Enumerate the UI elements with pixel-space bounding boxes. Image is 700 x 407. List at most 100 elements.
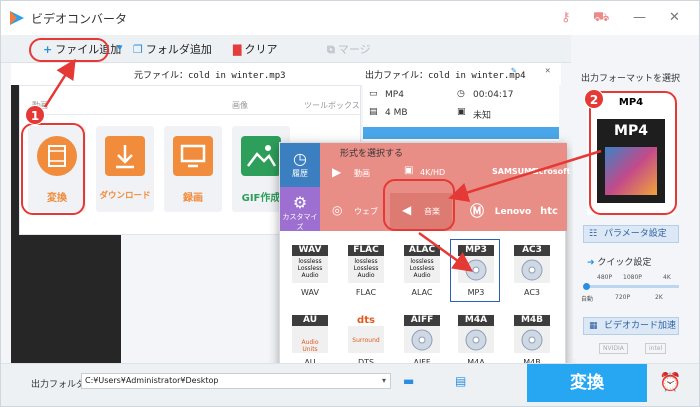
format-wav[interactable]: WAV lossless Lossless Audio WAV: [284, 239, 334, 302]
au-icon: AU Audio Units: [292, 315, 328, 353]
info-duration: 00:04:17: [473, 90, 514, 100]
info-unknown: 未知: [473, 111, 492, 121]
info-size: 4 MB: [385, 108, 408, 118]
merge-button[interactable]: ⧉ マージ: [327, 41, 371, 57]
dts-sub: Surround: [352, 337, 380, 344]
brand-microsoft[interactable]: Microsoft: [528, 153, 570, 191]
category-web-label: ウェブ: [354, 207, 378, 216]
m4b-tag: M4B: [514, 315, 550, 326]
m4b-icon: M4B: [514, 315, 550, 353]
format-icon: ▭: [369, 89, 378, 99]
record-tile-label: 録画: [183, 193, 203, 204]
clear-label: クリア: [244, 43, 278, 56]
trash-icon: ▇: [233, 43, 242, 56]
highlight-convert: [21, 123, 85, 215]
merge-output-icon[interactable]: ▤: [455, 374, 466, 388]
remove-file-icon[interactable]: ✕: [545, 66, 550, 76]
app-window: ビデオコンバータ ⚷ ⛟ — ✕ + ファイル追加 ▾ ❐ フォルダ追加 ▇ クリア …: [0, 0, 700, 407]
step-2-badge: 2: [584, 89, 604, 109]
history-tab[interactable]: ◷ 履歴: [280, 143, 320, 187]
highlight-add-file: [29, 38, 109, 62]
parameter-settings-button[interactable]: ☷ パラメータ設定: [583, 225, 679, 243]
format-flac[interactable]: FLAC lossless Lossless Audio FLAC: [340, 239, 390, 302]
flac-tag: FLAC: [348, 245, 384, 256]
quick-settings-icon: ➜: [587, 258, 598, 268]
info-format: MP4: [385, 90, 404, 100]
gpu-acceleration-label: ビデオカード加速: [604, 321, 677, 331]
app-logo-icon: [10, 11, 24, 25]
flac-label: FLAC: [355, 288, 377, 297]
quality-4k: 4K: [663, 274, 671, 281]
customize-label: カスタマイズ: [282, 213, 318, 231]
tab-image[interactable]: 画像: [232, 100, 248, 111]
parameter-settings-label: パラメータ設定: [604, 229, 667, 239]
merge-label: マージ: [337, 43, 371, 56]
alac-icon: ALAC lossless Lossless Audio: [404, 245, 440, 283]
globe-icon: ◎: [332, 203, 343, 217]
edit-pencil-icon[interactable]: ✎: [511, 66, 516, 76]
dts-tag: dts: [348, 315, 384, 326]
quality-1080: 1080P: [623, 274, 642, 281]
key-icon[interactable]: ⚷: [561, 11, 571, 25]
step-1-badge: 1: [25, 105, 45, 125]
folder-icon: ❐: [133, 43, 143, 56]
au-tag: AU: [292, 315, 328, 326]
alac-sub: lossless Lossless Audio: [409, 258, 435, 279]
ac3-label: AC3: [523, 288, 540, 297]
clear-button[interactable]: ▇ クリア: [233, 41, 277, 57]
output-format-title: 出力フォーマットを選択: [581, 74, 681, 84]
quick-settings-label: ➜ クイック設定: [587, 255, 651, 268]
quick-settings-text: クイック設定: [597, 258, 652, 268]
cart-icon[interactable]: ⛟: [593, 11, 609, 25]
output-path-field[interactable]: C:¥Users¥Administrator¥Desktop ▾: [81, 373, 391, 389]
download-tile[interactable]: ダウンロード: [96, 126, 154, 212]
alarm-clock-icon[interactable]: ⏰: [659, 372, 681, 393]
mp3-label: MP3: [467, 288, 485, 297]
open-folder-icon[interactable]: ▬: [403, 374, 414, 388]
quality-auto: 自動: [581, 296, 594, 303]
format-mp3[interactable]: MP3 MP3: [450, 239, 500, 302]
alac-tag: ALAC: [404, 245, 440, 256]
quality-slider-handle[interactable]: [583, 283, 590, 290]
merge-icon: ⧉: [327, 43, 335, 56]
flac-icon: FLAC lossless Lossless Audio: [348, 245, 384, 283]
close-icon[interactable]: ✕: [669, 11, 680, 25]
image-icon: [241, 136, 281, 176]
add-folder-button[interactable]: ❐ フォルダ追加: [133, 41, 212, 57]
aiff-icon: AIFF: [404, 315, 440, 353]
m4a-disc-icon: [465, 329, 487, 351]
resolution-icon: ▣: [457, 107, 466, 117]
app-title: ビデオコンバータ: [31, 12, 128, 26]
format-alac[interactable]: ALAC lossless Lossless Audio ALAC: [396, 239, 446, 302]
alac-label: ALAC: [411, 288, 433, 297]
aiff-disc-icon: [411, 329, 433, 351]
clock-icon: ◷: [457, 89, 465, 99]
brand-htc[interactable]: htc: [528, 193, 570, 231]
tab-toolbox[interactable]: ツールボックス: [304, 100, 360, 111]
intel-badge: intel: [645, 343, 667, 354]
m4a-icon: M4A: [458, 315, 494, 353]
path-dropdown-icon[interactable]: ▾: [382, 374, 386, 388]
format-dialog: 形式を選択する ◷ 履歴 ⚙ カスタマイズ ▶ 動画 ▣ 4K/HD ◎ ウェブ: [279, 142, 570, 375]
category-4k-label: 4K/HD: [420, 168, 446, 177]
wav-label: WAV: [301, 288, 319, 297]
ac3-disc-icon: [521, 259, 543, 281]
add-folder-label: フォルダ追加: [145, 43, 212, 56]
download-icon: [105, 136, 145, 176]
quality-480: 480P: [597, 274, 613, 281]
flac-sub: lossless Lossless Audio: [353, 258, 379, 279]
add-file-dropdown-icon[interactable]: ▾: [117, 41, 123, 54]
record-tile[interactable]: 録画: [164, 126, 222, 212]
customize-tab[interactable]: ⚙ カスタマイズ: [280, 187, 320, 231]
mp3-tag: MP3: [458, 245, 494, 256]
minimize-icon[interactable]: —: [633, 11, 646, 25]
wav-tag: WAV: [292, 245, 328, 256]
quality-slider[interactable]: [583, 283, 679, 290]
format-ac3[interactable]: AC3 AC3: [506, 239, 556, 302]
category-video-label: 動画: [354, 169, 370, 178]
convert-button[interactable]: 変換: [527, 364, 647, 402]
ac3-tag: AC3: [514, 245, 550, 256]
m4a-tag: M4A: [458, 315, 494, 326]
gpu-acceleration-button[interactable]: ▦ ビデオカード加速: [583, 317, 679, 335]
sliders-icon: ☷: [589, 229, 598, 239]
